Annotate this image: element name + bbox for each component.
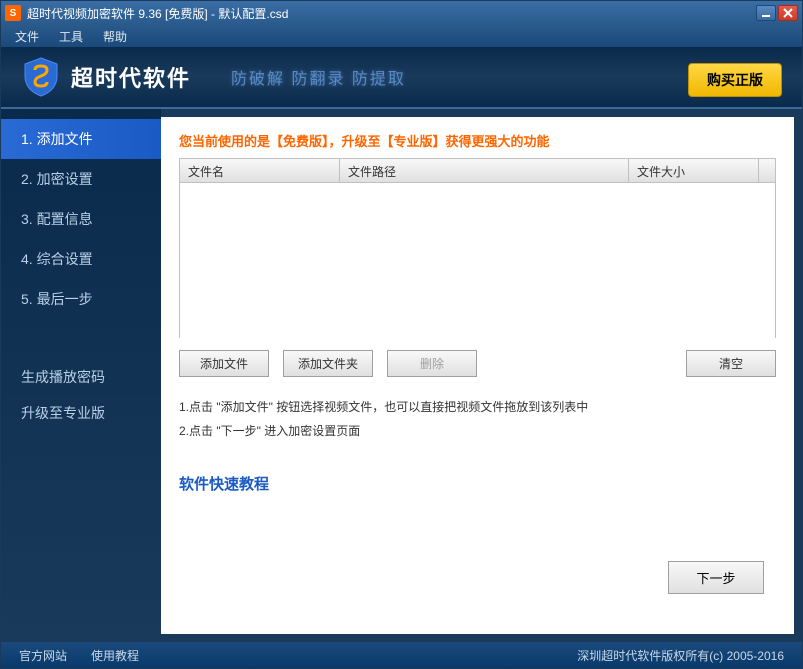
menu-help[interactable]: 帮助 [99, 26, 131, 47]
window-title: 超时代视频加密软件 9.36 [免费版] - 默认配置.csd [27, 5, 756, 22]
add-file-button[interactable]: 添加文件 [179, 350, 269, 377]
buy-button[interactable]: 购买正版 [688, 63, 782, 97]
sidebar: 1. 添加文件 2. 加密设置 3. 配置信息 4. 综合设置 5. 最后一步 … [1, 109, 161, 642]
table-header: 文件名 文件路径 文件大小 [180, 159, 775, 183]
titlebar: S 超时代视频加密软件 9.36 [免费版] - 默认配置.csd [1, 1, 802, 25]
logo: 超时代软件 [21, 56, 191, 98]
add-folder-button[interactable]: 添加文件夹 [283, 350, 373, 377]
sidebar-step-config-info[interactable]: 3. 配置信息 [1, 199, 161, 239]
th-spacer [759, 159, 775, 182]
button-row: 添加文件 添加文件夹 删除 清空 [179, 350, 776, 377]
menu-tools[interactable]: 工具 [55, 26, 87, 47]
instruction-line-2: 2.点击 "下一步" 进入加密设置页面 [179, 419, 776, 443]
instructions: 1.点击 "添加文件" 按钮选择视频文件，也可以直接把视频文件拖放到该列表中 2… [179, 395, 776, 443]
main-area: 1. 添加文件 2. 加密设置 3. 配置信息 4. 综合设置 5. 最后一步 … [1, 109, 802, 642]
sidebar-step-encrypt-settings[interactable]: 2. 加密设置 [1, 159, 161, 199]
menubar: 文件 工具 帮助 [1, 25, 802, 47]
sidebar-link-upgrade[interactable]: 升级至专业版 [1, 395, 161, 431]
sidebar-step-general-settings[interactable]: 4. 综合设置 [1, 239, 161, 279]
th-filename[interactable]: 文件名 [180, 159, 340, 182]
table-body[interactable] [180, 183, 775, 338]
sidebar-step-add-files[interactable]: 1. 添加文件 [1, 119, 161, 159]
sidebar-divider [1, 319, 161, 359]
footer: 官方网站 使用教程 深圳超时代软件版权所有(c) 2005-2016 [1, 642, 802, 668]
button-spacer [491, 350, 672, 377]
footer-copyright: 深圳超时代软件版权所有(c) 2005-2016 [577, 647, 784, 664]
next-button[interactable]: 下一步 [668, 561, 764, 594]
minimize-icon [761, 8, 771, 18]
slogan-text: 防破解 防翻录 防提取 [231, 65, 406, 89]
content-panel: 您当前使用的是【免费版】，升级至【专业版】获得更强大的功能 文件名 文件路径 文… [161, 117, 794, 634]
logo-text: 超时代软件 [71, 61, 191, 93]
minimize-button[interactable] [756, 5, 776, 21]
app-icon: S [5, 5, 21, 21]
instruction-line-1: 1.点击 "添加文件" 按钮选择视频文件，也可以直接把视频文件拖放到该列表中 [179, 395, 776, 419]
footer-official-site[interactable]: 官方网站 [19, 647, 67, 664]
app-window: S 超时代视频加密软件 9.36 [免费版] - 默认配置.csd 文件 工具 … [0, 0, 803, 669]
menu-file[interactable]: 文件 [11, 26, 43, 47]
footer-tutorial[interactable]: 使用教程 [91, 647, 139, 664]
banner: 超时代软件 防破解 防翻录 防提取 购买正版 [1, 47, 802, 109]
upgrade-notice: 您当前使用的是【免费版】，升级至【专业版】获得更强大的功能 [179, 131, 776, 150]
th-filepath[interactable]: 文件路径 [340, 159, 629, 182]
th-filesize[interactable]: 文件大小 [629, 159, 759, 182]
close-button[interactable] [778, 5, 798, 21]
sidebar-link-generate-password[interactable]: 生成播放密码 [1, 359, 161, 395]
window-controls [756, 5, 798, 21]
tutorial-link[interactable]: 软件快速教程 [179, 473, 776, 494]
sidebar-step-final[interactable]: 5. 最后一步 [1, 279, 161, 319]
close-icon [783, 8, 793, 18]
clear-button[interactable]: 清空 [686, 350, 776, 377]
file-table: 文件名 文件路径 文件大小 [179, 158, 776, 338]
shield-icon [21, 56, 61, 98]
delete-button[interactable]: 删除 [387, 350, 477, 377]
